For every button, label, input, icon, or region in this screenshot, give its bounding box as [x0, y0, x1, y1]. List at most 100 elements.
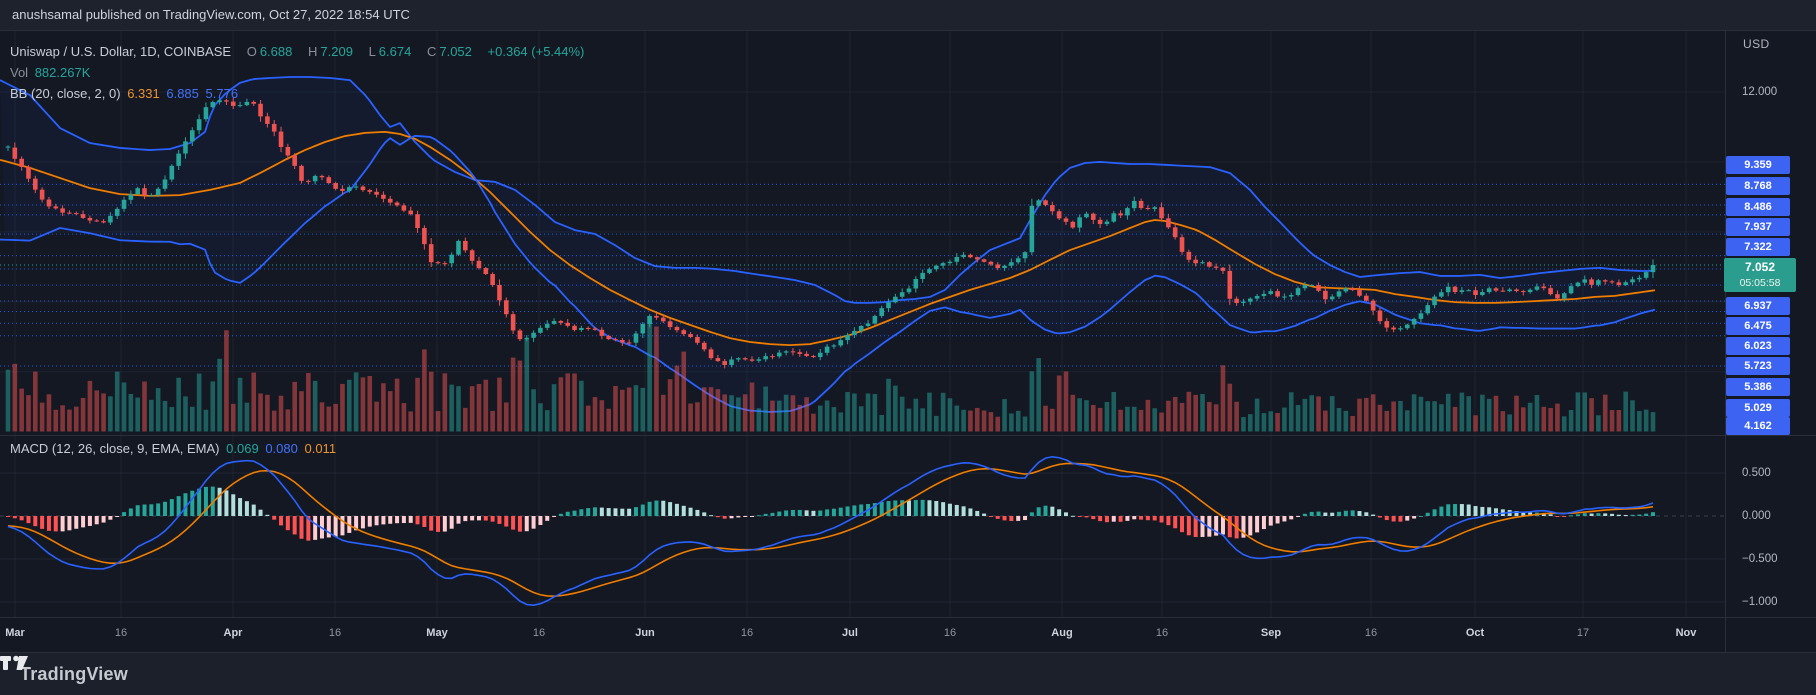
candlestick [1282, 296, 1287, 297]
volume-bar [879, 415, 884, 432]
volume-bar [340, 384, 345, 432]
candlestick [238, 105, 243, 106]
macd-histogram-bar [1146, 516, 1150, 520]
macd-histogram-bar [381, 516, 385, 524]
candlestick [33, 179, 38, 190]
candlestick [770, 356, 775, 357]
macd-histogram-bar [1003, 516, 1007, 520]
candlestick [1466, 290, 1471, 291]
macd-histogram-bar [245, 501, 249, 516]
candlestick [299, 166, 304, 181]
candlestick [1111, 213, 1116, 221]
macd-axis-label: −1.000 [1742, 596, 1778, 608]
pane-separator [0, 435, 1816, 436]
macd-histogram-bar [95, 516, 99, 524]
volume-bar [1371, 394, 1376, 431]
volume-bar [1146, 400, 1151, 432]
volume-bar [791, 395, 796, 431]
macd-histogram-bar [1255, 516, 1259, 532]
candlestick [750, 359, 755, 360]
macd-histogram-bar [730, 516, 734, 518]
volume-bar [1576, 392, 1581, 431]
volume-bar [183, 396, 188, 431]
candlestick [1651, 265, 1656, 272]
volume-bar [53, 410, 58, 432]
volume-bar [1541, 407, 1546, 432]
chart-canvas[interactable] [0, 0, 1816, 695]
volume-bar [1071, 395, 1076, 432]
macd-histogram-bar [1112, 516, 1116, 522]
volume-legend-row[interactable]: Vol 882.267K [10, 65, 93, 80]
open-value: 6.688 [260, 44, 293, 59]
time-axis-label: Jul [842, 627, 858, 639]
tradingview-wordmark[interactable]: TradingView [20, 664, 128, 685]
candlestick [873, 316, 878, 324]
macd-histogram-bar [852, 505, 856, 516]
macd-histogram-bar [190, 491, 194, 516]
candlestick [948, 262, 953, 263]
time-axis-label: 16 [115, 627, 127, 639]
candlestick [1562, 293, 1567, 298]
volume-bar [504, 402, 509, 431]
volume-bar [750, 383, 755, 432]
macd-histogram-bar [54, 516, 58, 531]
candlestick [374, 192, 379, 195]
candlestick [176, 154, 181, 166]
macd-histogram-bar [1030, 512, 1034, 516]
low-label: L [369, 44, 376, 59]
time-axis-label: May [426, 627, 447, 639]
candlestick [736, 358, 741, 359]
time-axis-label: Aug [1051, 627, 1072, 639]
candlestick [784, 351, 789, 352]
macd-histogram-bar [1480, 507, 1484, 516]
volume-bar [1378, 405, 1383, 432]
candlestick [183, 141, 188, 153]
volume-bar [545, 410, 550, 431]
macd-histogram-bar [1344, 511, 1348, 516]
volume-bar [804, 397, 809, 431]
volume-bar [361, 377, 366, 431]
macd-histogram-bar [723, 516, 727, 519]
macd-histogram-bar [811, 511, 815, 516]
volume-bar [1521, 407, 1526, 431]
candlestick [340, 189, 345, 191]
macd-legend-row[interactable]: MACD (12, 26, close, 9, EMA, EMA) 0.069 … [10, 441, 339, 456]
candlestick [333, 183, 338, 189]
bb-legend-row[interactable]: BB (20, close, 2, 0) 6.331 6.885 5.776 [10, 86, 241, 101]
candlestick [675, 327, 680, 330]
macd-histogram-bar [600, 508, 604, 516]
macd-histogram-bar [927, 500, 931, 516]
volume-bar [757, 408, 762, 431]
volume-bar [1535, 395, 1540, 432]
candlestick [81, 214, 86, 218]
macd-histogram-bar [941, 502, 945, 516]
symbol-legend-row[interactable]: Uniswap / U.S. Dollar, 1D, COINBASE O6.6… [10, 44, 587, 59]
volume-bar [67, 410, 72, 432]
tradingview-logo-icon[interactable] [0, 653, 30, 673]
candlestick [852, 331, 857, 335]
volume-bar [593, 397, 598, 431]
candlestick [838, 340, 843, 345]
price-level-badge: 7.322 [1726, 238, 1790, 256]
candlestick [804, 354, 809, 356]
chart-stage[interactable]: Uniswap / U.S. Dollar, 1D, COINBASE O6.6… [0, 0, 1816, 695]
candlestick [402, 205, 407, 210]
candlestick [1159, 207, 1164, 218]
macd-histogram-bar [1385, 516, 1389, 520]
volume-bar [1480, 395, 1485, 432]
bb-label: BB (20, close, 2, 0) [10, 86, 121, 101]
macd-histogram-bar [265, 515, 269, 516]
macd-histogram-bar [982, 514, 986, 516]
candlestick [19, 159, 24, 167]
volume-bar [825, 401, 830, 432]
macd-histogram-bar [1351, 510, 1355, 516]
volume-bar [1248, 414, 1253, 431]
candlestick [1357, 290, 1362, 296]
volume-bar [101, 393, 106, 431]
volume-bar [1309, 395, 1314, 431]
candlestick [422, 228, 427, 244]
volume-bar [163, 401, 168, 432]
volume-bar [995, 417, 1000, 432]
macd-histogram-bar [1330, 513, 1334, 516]
volume-bar [354, 372, 359, 431]
